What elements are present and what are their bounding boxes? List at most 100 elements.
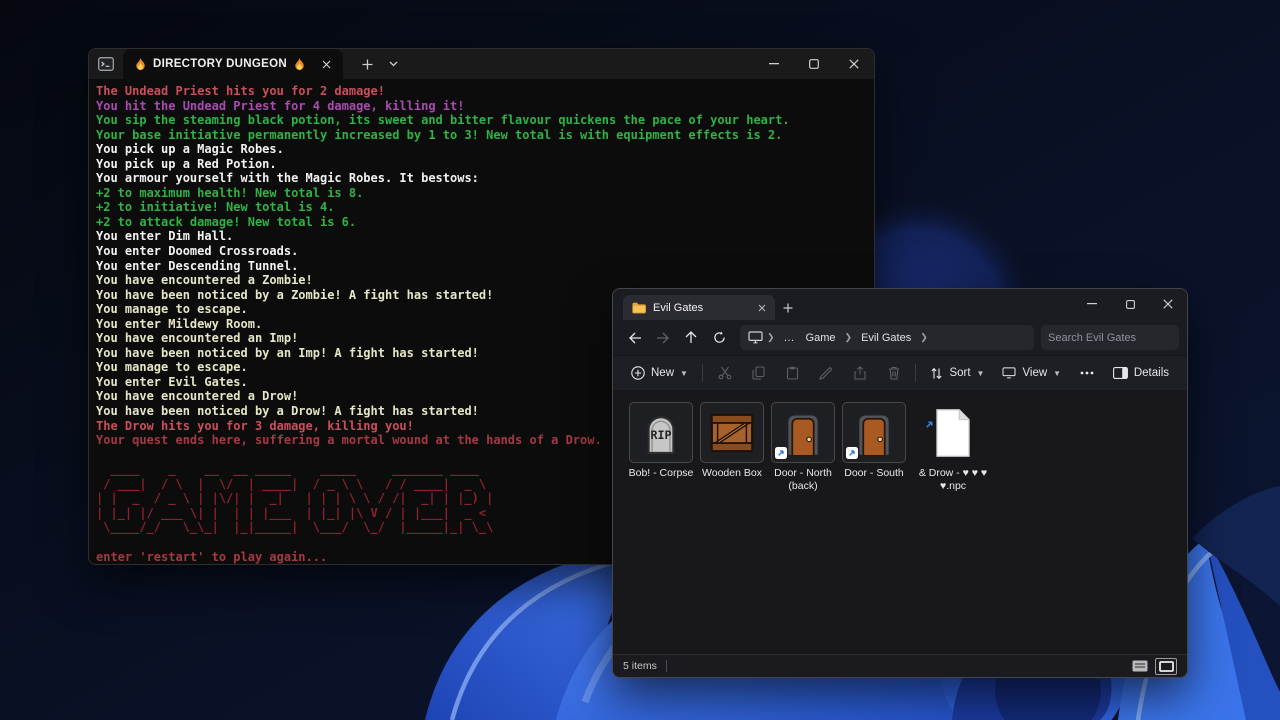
terminal-line: You pick up a Red Potion. xyxy=(96,157,867,172)
tab-close-icon[interactable] xyxy=(322,60,331,69)
rename-button[interactable] xyxy=(809,359,843,387)
terminal-maximize-button[interactable] xyxy=(794,49,834,79)
breadcrumb[interactable]: ❯ … Game ❯ Evil Gates ❯ xyxy=(740,325,1034,350)
breadcrumb-segment-game[interactable]: Game xyxy=(801,330,841,346)
up-arrow-icon xyxy=(685,331,697,344)
terminal-close-button[interactable] xyxy=(834,49,874,79)
view-button[interactable]: View ▼ xyxy=(993,359,1070,387)
tab-close-icon[interactable] xyxy=(758,304,766,312)
chevron-down-icon: ▼ xyxy=(1053,369,1061,378)
explorer-toolbar: New ▼ Sort ▼ View ▼ Details xyxy=(613,355,1187,391)
new-button[interactable]: New ▼ xyxy=(622,359,697,387)
terminal-tab[interactable]: DIRECTORY DUNGEON xyxy=(123,49,343,79)
terminal-app-icon xyxy=(89,49,123,79)
cut-icon xyxy=(718,366,732,380)
folder-icon xyxy=(632,302,646,314)
new-plus-icon xyxy=(631,366,645,380)
search-box[interactable] xyxy=(1041,325,1179,350)
door-icon xyxy=(854,410,894,456)
terminal-line: You armour yourself with the Magic Robes… xyxy=(96,171,867,186)
breadcrumb-ellipsis[interactable]: … xyxy=(779,330,800,346)
icons-view-icon xyxy=(1159,661,1174,672)
copy-icon xyxy=(752,366,765,380)
minimize-icon xyxy=(1087,303,1097,305)
explorer-close-button[interactable] xyxy=(1149,289,1187,319)
explorer-tab[interactable]: Evil Gates xyxy=(623,295,775,320)
new-button-label: New xyxy=(651,367,674,379)
shortcut-arrow-badge xyxy=(846,447,858,459)
refresh-icon xyxy=(713,331,726,344)
file-item-drow-npc[interactable]: & Drow - ♥ ♥ ♥ ♥.npc xyxy=(910,402,996,492)
shortcut-arrow-badge xyxy=(924,419,934,429)
details-pane-icon xyxy=(1113,367,1128,379)
file-item-door-north[interactable]: Door - North (back) xyxy=(768,402,838,492)
terminal-line: +2 to attack damage! New total is 6. xyxy=(96,215,867,230)
up-button[interactable] xyxy=(677,324,705,352)
share-icon xyxy=(853,366,867,380)
explorer-maximize-button[interactable] xyxy=(1111,289,1149,319)
chevron-down-icon: ▼ xyxy=(977,369,985,378)
paste-button[interactable] xyxy=(775,359,809,387)
back-button[interactable] xyxy=(621,324,649,352)
fire-icon xyxy=(135,58,146,71)
terminal-line: +2 to maximum health! New total is 8. xyxy=(96,186,867,201)
maximize-icon xyxy=(1126,300,1135,309)
new-tab-button[interactable] xyxy=(355,49,381,79)
shortcut-arrow-icon xyxy=(925,420,934,429)
svg-text:RIP: RIP xyxy=(650,428,671,442)
delete-button[interactable] xyxy=(877,359,911,387)
toolbar-divider xyxy=(702,364,703,382)
terminal-minimize-button[interactable] xyxy=(754,49,794,79)
close-icon xyxy=(849,59,859,69)
share-button[interactable] xyxy=(843,359,877,387)
this-pc-icon[interactable] xyxy=(748,331,763,344)
copy-button[interactable] xyxy=(742,359,776,387)
terminal-line: You enter Dim Hall. xyxy=(96,229,867,244)
breadcrumb-segment-evil-gates[interactable]: Evil Gates xyxy=(856,330,916,346)
tab-dropdown-button[interactable] xyxy=(381,49,407,79)
sort-icon xyxy=(930,367,943,380)
forward-arrow-icon xyxy=(656,332,670,344)
refresh-button[interactable] xyxy=(705,324,733,352)
details-view-icon xyxy=(1132,660,1148,672)
tombstone-rip-icon: RIP xyxy=(639,410,683,456)
explorer-file-area[interactable]: RIP Bob! - Corpse Wooden Box xyxy=(613,391,1187,654)
file-item-corpse[interactable]: RIP Bob! - Corpse xyxy=(626,402,696,480)
search-input[interactable] xyxy=(1048,332,1188,344)
terminal-line: You enter Descending Tunnel. xyxy=(96,259,867,274)
shortcut-arrow-icon xyxy=(777,449,785,457)
details-pane-button[interactable]: Details xyxy=(1104,359,1178,387)
explorer-tabbar[interactable]: Evil Gates xyxy=(613,289,1187,320)
icons-view-toggle[interactable] xyxy=(1155,658,1177,675)
view-icon xyxy=(1002,367,1016,379)
more-options-button[interactable] xyxy=(1070,359,1104,387)
explorer-minimize-button[interactable] xyxy=(1073,289,1111,319)
rename-icon xyxy=(819,367,833,380)
shortcut-arrow-badge xyxy=(775,447,787,459)
view-button-label: View xyxy=(1022,367,1047,379)
door-icon xyxy=(783,410,823,456)
sort-button-label: Sort xyxy=(949,367,970,379)
fire-icon xyxy=(294,58,305,71)
new-tab-button[interactable] xyxy=(775,295,801,320)
plus-icon xyxy=(362,59,373,70)
details-view-toggle[interactable] xyxy=(1129,658,1151,675)
forward-button[interactable] xyxy=(649,324,677,352)
file-item-door-south[interactable]: Door - South xyxy=(839,402,909,480)
terminal-line: You enter Doomed Crossroads. xyxy=(96,244,867,259)
terminal-line: Your base initiative permanently increas… xyxy=(96,128,867,143)
breadcrumb-chevron-icon: ❯ xyxy=(764,332,778,343)
terminal-titlebar[interactable]: DIRECTORY DUNGEON xyxy=(89,49,874,79)
cut-button[interactable] xyxy=(708,359,742,387)
desktop: { "terminal": { "tab_title": "DIRECTORY … xyxy=(0,0,1280,720)
terminal-line: The Undead Priest hits you for 2 damage! xyxy=(96,84,867,99)
terminal-tab-title: DIRECTORY DUNGEON xyxy=(153,58,287,70)
sort-button[interactable]: Sort ▼ xyxy=(921,359,993,387)
trash-icon xyxy=(888,366,900,380)
chevron-down-icon: ▼ xyxy=(680,369,688,378)
document-icon xyxy=(933,408,973,458)
terminal-line: You sip the steaming black potion, its s… xyxy=(96,113,867,128)
maximize-icon xyxy=(809,59,819,69)
file-item-wooden-box[interactable]: Wooden Box xyxy=(697,402,767,480)
chevron-down-icon xyxy=(389,61,398,67)
